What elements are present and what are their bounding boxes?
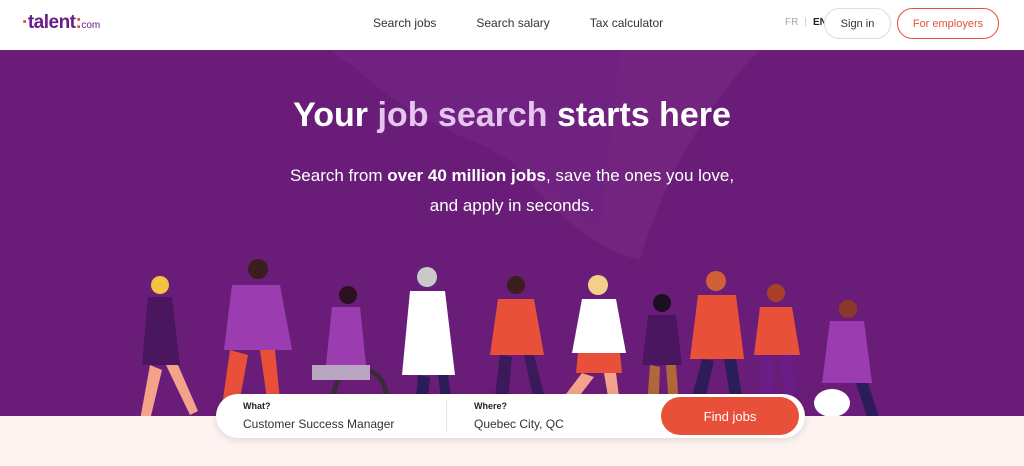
sign-in-button[interactable]: Sign in — [824, 8, 891, 39]
what-field: What? — [243, 401, 433, 431]
where-input[interactable] — [474, 417, 664, 431]
job-search-box: What? Where? Find jobs — [216, 394, 805, 438]
person-1 — [140, 276, 198, 416]
main-nav: Search jobs Search salary Tax calculator — [373, 16, 663, 30]
subtitle-line-2: and apply in seconds. — [429, 196, 595, 215]
subtitle-part-1: Search from — [289, 166, 388, 185]
top-navbar: ·talent:com Search jobs Search salary Ta… — [0, 0, 1024, 50]
lang-separator: | — [804, 17, 807, 28]
logo-text: talent — [27, 12, 76, 33]
nav-search-salary[interactable]: Search salary — [476, 16, 549, 30]
nav-search-jobs[interactable]: Search jobs — [373, 16, 436, 30]
for-employers-button[interactable]: For employers — [897, 8, 999, 39]
people-illustration — [140, 259, 879, 416]
talent-logo[interactable]: ·talent:com — [22, 12, 100, 34]
headline-part-2: starts here — [547, 96, 731, 134]
hero-headline: Your job search starts here — [0, 96, 1024, 135]
hero-subtitle: Search from over 40 million jobs, save t… — [0, 161, 1024, 221]
find-jobs-button[interactable]: Find jobs — [661, 397, 799, 435]
person-2 — [220, 259, 292, 416]
headline-accent: job search — [377, 96, 548, 134]
nav-tax-calculator[interactable]: Tax calculator — [590, 16, 663, 30]
headline-part-1: Your — [293, 96, 378, 134]
what-input[interactable] — [243, 417, 433, 431]
where-field: Where? — [474, 401, 664, 431]
hero-banner: Your job search starts here Search from … — [0, 50, 1024, 416]
where-label: Where? — [474, 401, 508, 411]
logo-suffix: com — [81, 20, 101, 31]
subtitle-part-2: , save the ones you love, — [545, 166, 735, 185]
subtitle-bold: over 40 million jobs — [387, 166, 546, 185]
person-10 — [814, 300, 879, 416]
what-label: What? — [243, 401, 271, 411]
language-switcher: FR | EN — [785, 17, 827, 28]
search-divider — [446, 400, 447, 432]
lang-fr[interactable]: FR — [785, 17, 798, 28]
